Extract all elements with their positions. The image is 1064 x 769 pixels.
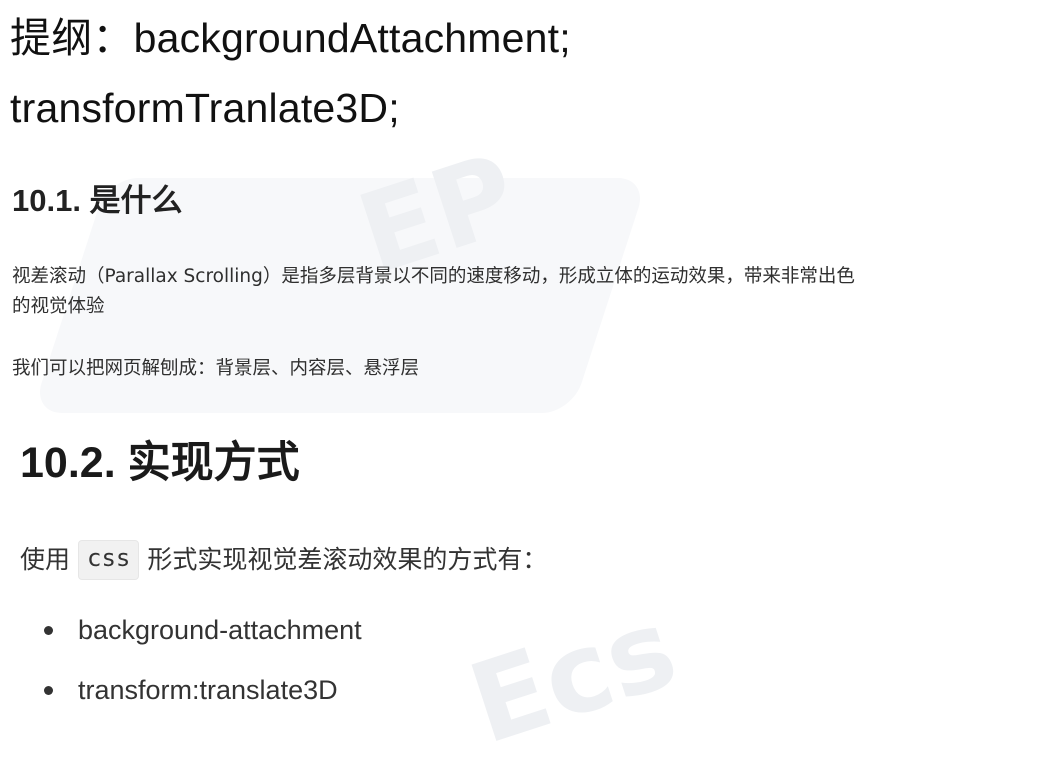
usage-sentence: 使用 css 形式实现视觉差滚动效果的方式有： (20, 540, 547, 580)
list-item-text: background-attachment (78, 615, 362, 645)
list-item: background-attachment (44, 610, 362, 670)
usage-suffix: 形式实现视觉差滚动效果的方式有： (147, 545, 548, 575)
usage-prefix: 使用 (20, 545, 71, 575)
section-10-1-heading: 10.1. 是什么 (12, 183, 183, 218)
section-10-1-paragraph-2: 我们可以把网页解刨成：背景层、内容层、悬浮层 (12, 358, 420, 379)
document-content: 提纲：backgroundAttachment; transformTranla… (0, 0, 1064, 714)
paragraph-1-line-1: 视差滚动（Parallax Scrolling）是指多层背景以不同的速度移动，形… (12, 266, 855, 287)
paragraph-1-line-2: 的视觉体验 (12, 295, 105, 317)
list-item: transform:translate3D (44, 670, 362, 730)
bullet-dot-icon (44, 626, 53, 635)
outline-title-line-1: 提纲：backgroundAttachment; (10, 15, 571, 61)
method-list: background-attachment transform:translat… (44, 610, 362, 730)
section-10-1-paragraph-1: 视差滚动（Parallax Scrolling）是指多层背景以不同的速度移动，形… (12, 262, 855, 321)
bullet-dot-icon (44, 686, 53, 695)
list-item-text: transform:translate3D (78, 675, 338, 705)
outline-title-line-2: transformTranlate3D; (10, 85, 400, 131)
inline-code-css: css (78, 540, 140, 580)
section-10-2-heading: 10.2. 实现方式 (20, 439, 300, 487)
